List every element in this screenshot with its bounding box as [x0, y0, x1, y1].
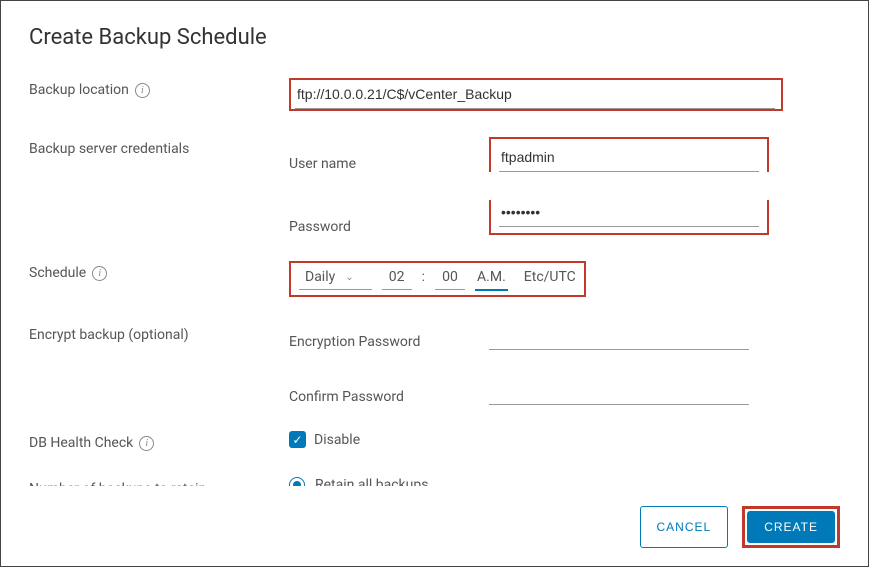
backup-location-input[interactable] [295, 82, 775, 109]
subrow-confirm-pass: Confirm Password [289, 378, 826, 405]
label-backup-location-text: Backup location [29, 82, 129, 98]
label-confirm-pass: Confirm Password [289, 389, 489, 405]
cancel-button[interactable]: CANCEL [640, 506, 729, 548]
password-input[interactable] [499, 200, 759, 227]
frequency-value: Daily [305, 269, 335, 285]
retain-all-label: Retain all backups [315, 477, 428, 486]
disable-label: Disable [314, 432, 360, 448]
retain-fields: Retain all backups Retain last backups [289, 477, 826, 486]
modal-title: Create Backup Schedule [29, 25, 840, 50]
info-icon[interactable]: i [139, 436, 154, 451]
subrow-enc-pass: Encryption Password [289, 323, 826, 350]
row-encrypt: Encrypt backup (optional) Encryption Pas… [29, 323, 826, 405]
row-schedule: Schedule i Daily ⌄ 02 : 00 A.M. Etc/UTC [29, 261, 826, 297]
disable-checkbox-wrap[interactable]: ✓ Disable [289, 431, 826, 448]
ampm-select[interactable]: A.M. [475, 269, 508, 291]
encryption-password-input[interactable] [489, 323, 749, 350]
db-health-field: ✓ Disable [289, 431, 826, 448]
label-db-health: DB Health Check i [29, 431, 289, 451]
label-schedule-text: Schedule [29, 265, 86, 281]
row-db-health: DB Health Check i ✓ Disable [29, 431, 826, 451]
highlight-box [289, 78, 783, 111]
label-encrypt-text: Encrypt backup (optional) [29, 327, 189, 343]
highlight-box: CREATE [742, 506, 840, 548]
label-retain: Number of backups to retain [29, 477, 289, 486]
label-username: User name [289, 156, 489, 172]
label-encrypt: Encrypt backup (optional) [29, 323, 289, 343]
highlight-box [489, 200, 769, 235]
info-icon[interactable]: i [92, 266, 107, 281]
subrow-password: Password [289, 200, 826, 235]
label-credentials: Backup server credentials [29, 137, 289, 157]
minute-input[interactable]: 00 [435, 269, 465, 290]
row-backup-location: Backup location i [29, 78, 826, 111]
schedule-fields: Daily ⌄ 02 : 00 A.M. Etc/UTC [289, 261, 826, 297]
retain-all-radio[interactable] [289, 477, 305, 486]
row-credentials: Backup server credentials User name Pass… [29, 137, 826, 235]
confirm-password-input[interactable] [489, 378, 749, 405]
highlight-box: Daily ⌄ 02 : 00 A.M. Etc/UTC [289, 261, 586, 297]
form-scroll-area[interactable]: Backup location i Backup server credenti… [29, 66, 840, 486]
label-credentials-text: Backup server credentials [29, 141, 189, 157]
label-backup-location: Backup location i [29, 78, 289, 98]
label-schedule: Schedule i [29, 261, 289, 281]
label-db-health-text: DB Health Check [29, 435, 133, 451]
chevron-down-icon: ⌄ [345, 272, 353, 283]
time-separator: : [422, 269, 425, 285]
modal-footer: CANCEL CREATE [29, 486, 840, 548]
encrypt-fields: Encryption Password Confirm Password [289, 323, 826, 405]
create-button[interactable]: CREATE [747, 511, 835, 543]
highlight-box [489, 137, 769, 172]
timezone-label: Etc/UTC [524, 269, 576, 285]
frequency-select[interactable]: Daily ⌄ [299, 265, 372, 290]
username-input[interactable] [499, 145, 759, 172]
subrow-username: User name [289, 137, 826, 172]
credentials-fields: User name Password [289, 137, 826, 235]
row-retain: Number of backups to retain Retain all b… [29, 477, 826, 486]
disable-checkbox[interactable]: ✓ [289, 431, 306, 448]
label-password: Password [289, 219, 489, 235]
create-backup-schedule-modal: Create Backup Schedule Backup location i… [0, 0, 869, 567]
hour-input[interactable]: 02 [382, 269, 412, 290]
retain-all-option[interactable]: Retain all backups [289, 477, 826, 486]
label-enc-pass: Encryption Password [289, 334, 489, 350]
info-icon[interactable]: i [135, 83, 150, 98]
backup-location-field [289, 78, 826, 111]
